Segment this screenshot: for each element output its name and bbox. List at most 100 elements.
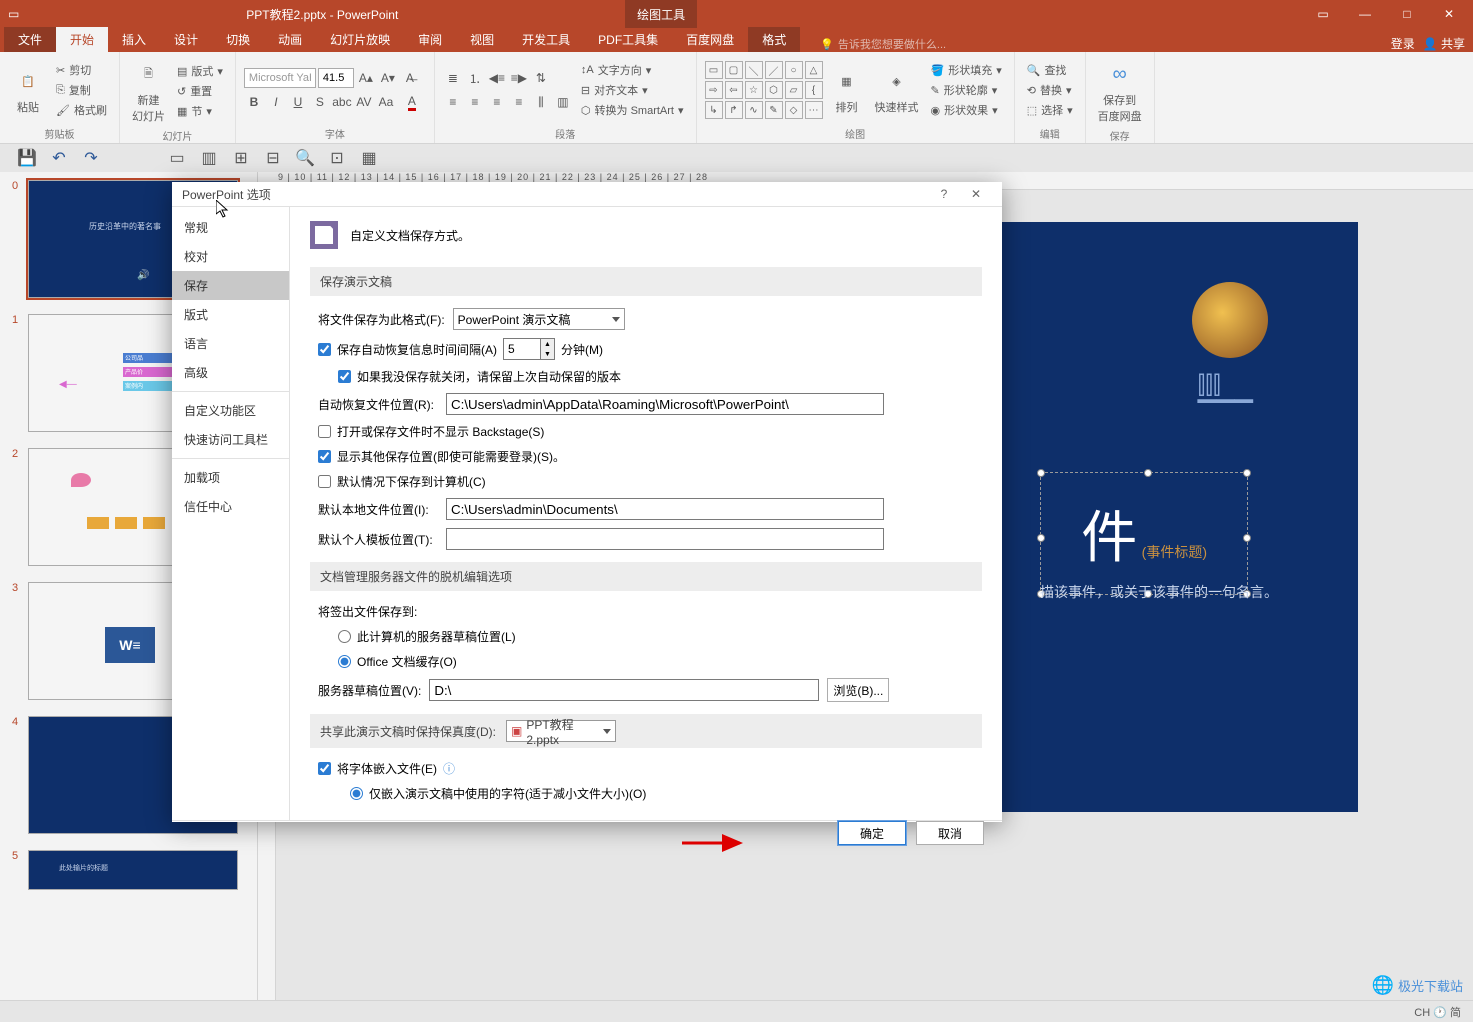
ribbon-display-icon[interactable]: ▭ [1303,2,1343,26]
tab-home[interactable]: 开始 [56,27,108,52]
fidelity-file-combo[interactable]: ▣PPT教程2.pptx [506,720,616,742]
shape-line2-icon[interactable]: ／ [765,61,783,79]
format-painter-button[interactable]: 🖌格式刷 [52,101,111,119]
tab-file[interactable]: 文件 [4,27,56,52]
slide-image-circle[interactable] [1192,282,1268,358]
increase-indent-button[interactable]: ≡▶ [509,68,529,88]
info-icon[interactable]: ⓘ [443,760,455,777]
tab-review[interactable]: 审阅 [404,27,456,52]
tab-pdf[interactable]: PDF工具集 [584,27,672,52]
shape-tri-icon[interactable]: △ [805,61,823,79]
qat-icon-7[interactable]: ▦ [360,149,378,167]
select-button[interactable]: ⬚选择 ▾ [1023,101,1077,119]
event-title-textbox[interactable]: 件 (事件标题) [1040,472,1248,595]
tab-design[interactable]: 设计 [160,27,212,52]
arrange-button[interactable]: ▦ 排列 [827,63,867,117]
shape-rect-icon[interactable]: ▭ [705,61,723,79]
underline-button[interactable]: U [288,92,308,112]
tab-transitions[interactable]: 切换 [212,27,264,52]
shape-star-icon[interactable]: ☆ [745,81,763,99]
nav-layout[interactable]: 版式 [172,300,289,329]
shape-free-icon[interactable]: ✎ [765,101,783,119]
save-icon[interactable]: 💾 [18,149,36,167]
nav-proofing[interactable]: 校对 [172,242,289,271]
event-description-text[interactable]: 描该事件，或关于该事件的一句名言。 [1040,582,1278,602]
decrease-indent-button[interactable]: ◀≡ [487,68,507,88]
default-local-input[interactable] [446,498,884,520]
autorecover-value[interactable] [504,339,540,359]
columns-button[interactable]: ▥ [553,92,573,112]
font-name-combo[interactable] [244,68,316,88]
shadow-button[interactable]: abc [332,92,352,112]
shape-more-icon[interactable]: ⋯ [805,101,823,119]
shape-effects-button[interactable]: ◉形状效果 ▾ [927,101,1006,119]
shape-line-icon[interactable]: ＼ [745,61,763,79]
autorecover-loc-input[interactable] [446,393,884,415]
justify-button[interactable]: ≡ [509,92,529,112]
no-backstage-checkbox[interactable] [318,425,331,438]
show-addl-checkbox[interactable] [318,450,331,463]
shape-callout-icon[interactable]: ◇ [785,101,803,119]
shape-conn-icon[interactable]: ↳ [705,101,723,119]
char-spacing-button[interactable]: AV [354,92,374,112]
cancel-button[interactable]: 取消 [916,821,984,845]
qat-icon-1[interactable]: ▭ [168,149,186,167]
embed-used-only-radio[interactable] [350,787,363,800]
default-template-input[interactable] [446,528,884,550]
text-direction-button[interactable]: ↕A文字方向 ▾ [577,61,688,79]
clear-format-icon[interactable]: A̶ [400,68,420,88]
tab-format[interactable]: 格式 [748,27,800,52]
resize-handle[interactable] [1243,469,1251,477]
qat-icon-3[interactable]: ⊞ [232,149,250,167]
bullets-button[interactable]: ≣ [443,68,463,88]
shape-para-icon[interactable]: ▱ [785,81,803,99]
italic-button[interactable]: I [266,92,286,112]
nav-trust[interactable]: 信任中心 [172,492,289,521]
find-button[interactable]: 🔍查找 [1023,61,1077,79]
new-slide-button[interactable]: 🗎 新建 幻灯片 [128,56,169,126]
nav-addins[interactable]: 加载项 [172,463,289,492]
close-dialog-icon[interactable]: ✕ [960,182,992,206]
qat-icon-6[interactable]: ⊡ [328,149,346,167]
default-pc-checkbox[interactable] [318,475,331,488]
slide-thumbnail-5[interactable]: 此处输片的标题 [28,850,238,890]
shapes-gallery[interactable]: ▭ ▢ ＼ ／ ○ △ ⇨ ⇦ ☆ ⬡ ▱ { ↳ ↱ ∿ ✎ ◇ ⋯ [705,61,823,119]
tell-me-search[interactable]: 💡 告诉我您想要做什么... [820,36,946,52]
minimize-icon[interactable]: — [1345,2,1385,26]
shape-fill-button[interactable]: 🪣形状填充 ▾ [927,61,1006,79]
align-right-button[interactable]: ≡ [487,92,507,112]
copy-button[interactable]: ⎘复制 [52,81,111,99]
qat-icon-4[interactable]: ⊟ [264,149,282,167]
replace-button[interactable]: ⟲替换 ▾ [1023,81,1077,99]
shape-arrow-icon[interactable]: ⇨ [705,81,723,99]
redo-icon[interactable]: ↷ [82,149,100,167]
help-icon[interactable]: ? [928,182,960,206]
office-cache-radio[interactable] [338,655,351,668]
cut-button[interactable]: ✂剪切 [52,61,111,79]
font-size-combo[interactable] [318,68,354,88]
tab-developer[interactable]: 开发工具 [508,27,584,52]
maximize-icon[interactable]: □ [1387,2,1427,26]
ime-indicator[interactable]: CH 🕐 简 [1414,1004,1461,1020]
share-button[interactable]: 👤 共享 [1423,35,1465,52]
browse-button[interactable]: 浏览(B)... [827,678,889,702]
strikethrough-button[interactable]: S [310,92,330,112]
smartart-button[interactable]: ⬡转换为 SmartArt ▾ [577,101,688,119]
save-format-combo[interactable]: PowerPoint 演示文稿 [453,308,625,330]
embed-fonts-checkbox[interactable] [318,762,331,775]
decrease-font-icon[interactable]: A▾ [378,68,398,88]
change-case-button[interactable]: Aa [376,92,396,112]
tab-animations[interactable]: 动画 [264,27,316,52]
ok-button[interactable]: 确定 [838,821,906,845]
autorecover-interval-spinner[interactable]: ▲▼ [503,338,555,360]
resize-handle[interactable] [1144,469,1152,477]
nav-general[interactable]: 常规 [172,213,289,242]
resize-handle[interactable] [1243,534,1251,542]
reset-button[interactable]: ↺重置 [173,82,227,100]
resize-handle[interactable] [1037,469,1045,477]
shape-arrow2-icon[interactable]: ⇦ [725,81,743,99]
increase-font-icon[interactable]: A▴ [356,68,376,88]
autorecover-checkbox[interactable] [318,343,331,356]
align-left-button[interactable]: ≡ [443,92,463,112]
nav-advanced[interactable]: 高级 [172,358,289,387]
